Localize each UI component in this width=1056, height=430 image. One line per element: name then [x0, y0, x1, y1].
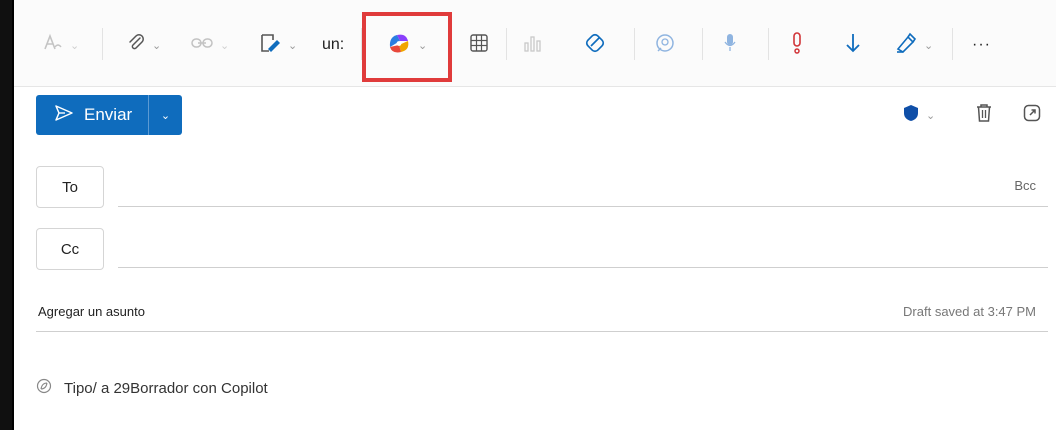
to-input[interactable] — [118, 206, 1048, 207]
importance-button[interactable] — [790, 28, 804, 62]
sensitivity-button[interactable]: ⌄ — [902, 98, 935, 132]
attach-icon — [126, 33, 146, 58]
popout-button[interactable] — [1022, 98, 1042, 132]
link-button[interactable]: ⌄ — [190, 28, 229, 62]
format-label: un: — [322, 36, 345, 53]
send-icon — [54, 104, 74, 127]
chevron-down-icon: ⌄ — [160, 109, 171, 122]
copilot-highlight-box — [362, 12, 452, 82]
signature-icon — [258, 32, 282, 59]
send-label: Enviar — [84, 105, 133, 124]
loop-icon — [584, 32, 608, 59]
bcc-link[interactable]: Bcc — [1014, 178, 1036, 193]
loop-button[interactable] — [584, 28, 608, 62]
chart-icon — [522, 33, 544, 58]
attach-button[interactable]: ⌄ — [126, 28, 161, 62]
table-button[interactable] — [469, 28, 489, 62]
sticker-button[interactable]: ⌄ — [894, 28, 933, 62]
dictate-icon — [722, 32, 738, 59]
editor-button[interactable]: ⌄ — [42, 28, 79, 62]
chevron-down-icon: ⌄ — [152, 39, 162, 52]
dictate-button[interactable] — [722, 28, 738, 62]
chart-button[interactable] — [522, 28, 544, 62]
subject-input[interactable]: Agregar un asunto — [38, 304, 145, 319]
chevron-down-icon: ⌄ — [220, 39, 230, 52]
signature-button[interactable]: ⌄ — [258, 28, 297, 62]
compose-window: ⌄ ⌄ ⌄ ⌄ un: ⌄ ⌄ ··· Enviar ⌄ ⌄ To Bcc Cc… — [12, 0, 1056, 430]
chevron-down-icon: ⌄ — [70, 39, 80, 52]
chevron-down-icon: ⌄ — [926, 109, 936, 122]
more-icon: ··· — [972, 36, 991, 53]
low-importance-button[interactable] — [844, 28, 862, 62]
to-label: To — [62, 178, 78, 196]
cc-input[interactable] — [118, 267, 1048, 268]
low-importance-icon — [844, 31, 862, 60]
sensitivity-icon — [902, 103, 920, 128]
chat-icon — [654, 32, 676, 59]
to-button[interactable]: To — [36, 166, 104, 208]
discard-icon — [974, 102, 994, 129]
link-icon — [190, 35, 214, 56]
chat-button[interactable] — [654, 28, 676, 62]
importance-icon — [790, 31, 804, 60]
send-button[interactable]: Enviar — [36, 95, 148, 135]
message-body[interactable]: Tipo/ a 29Borrador con Copilot — [36, 378, 268, 398]
ribbon-toolbar: ⌄ ⌄ ⌄ ⌄ un: ⌄ ⌄ ··· — [14, 0, 1056, 87]
copilot-draft-icon — [36, 378, 52, 398]
table-icon — [469, 33, 489, 58]
discard-button[interactable] — [974, 98, 994, 132]
body-placeholder: Tipo/ a 29Borrador con Copilot — [64, 379, 268, 397]
popout-icon — [1022, 103, 1042, 128]
send-options-button[interactable]: ⌄ — [149, 109, 182, 122]
more-button[interactable]: ··· — [972, 28, 991, 62]
editor-icon — [42, 33, 64, 58]
chevron-down-icon: ⌄ — [924, 39, 934, 52]
send-split-button: Enviar ⌄ — [36, 95, 182, 135]
format-button[interactable]: un: — [322, 28, 344, 62]
chevron-down-icon: ⌄ — [288, 39, 298, 52]
sticker-icon — [894, 32, 918, 59]
draft-status: Draft saved at 3:47 PM — [903, 304, 1036, 319]
cc-button[interactable]: Cc — [36, 228, 104, 270]
cc-label: Cc — [60, 240, 80, 258]
